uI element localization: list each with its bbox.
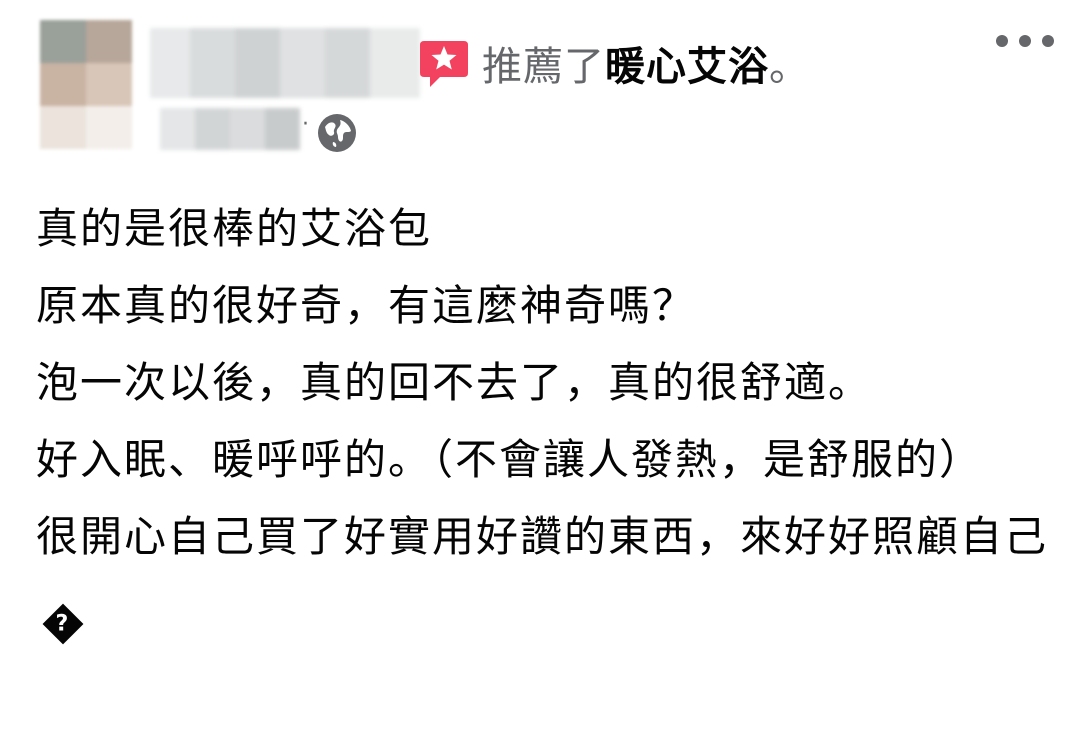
facebook-post: · 推薦了 暖心艾浴 。 真的是很棒的艾浴包 原本真的很好奇，有這麼神奇嗎？ 泡…	[0, 0, 1080, 750]
globe-icon[interactable]	[316, 112, 358, 154]
recommends-label: 推薦了	[482, 44, 605, 90]
post-line: 泡一次以後，真的回不去了，真的很舒適。	[36, 358, 873, 407]
author-name[interactable]	[150, 28, 420, 98]
meta-separator: ·	[302, 112, 309, 137]
post-line: 很開心自己買了好實用好讚的東西，來好好照顧自己?	[36, 498, 1056, 652]
more-dot-icon	[1042, 35, 1054, 47]
more-options-button[interactable]	[996, 26, 1054, 56]
recommend-star-icon	[420, 41, 468, 87]
post-timestamp[interactable]	[160, 108, 300, 150]
post-text: 真的是很棒的艾浴包 原本真的很好奇，有這麼神奇嗎？ 泡一次以後，真的回不去了，真…	[36, 190, 1056, 652]
avatar[interactable]	[40, 20, 132, 149]
more-dot-icon	[996, 35, 1008, 47]
page-name-link[interactable]: 暖心艾浴	[605, 34, 769, 92]
post-line: 原本真的很好奇，有這麼神奇嗎？	[36, 281, 697, 330]
post-line: 真的是很棒的艾浴包	[36, 204, 433, 253]
header-period: 。	[769, 44, 809, 90]
replacement-character-icon: ?	[42, 603, 84, 645]
more-dot-icon	[1019, 35, 1031, 47]
recommend-header: 推薦了 暖心艾浴 。	[418, 34, 809, 92]
post-line: 好入眠、暖呼呼的。（不會讓人發熱，是舒服的）	[36, 435, 984, 484]
post-line-text: 很開心自己買了好實用好讚的東西，來好好照顧自己	[36, 512, 1049, 561]
